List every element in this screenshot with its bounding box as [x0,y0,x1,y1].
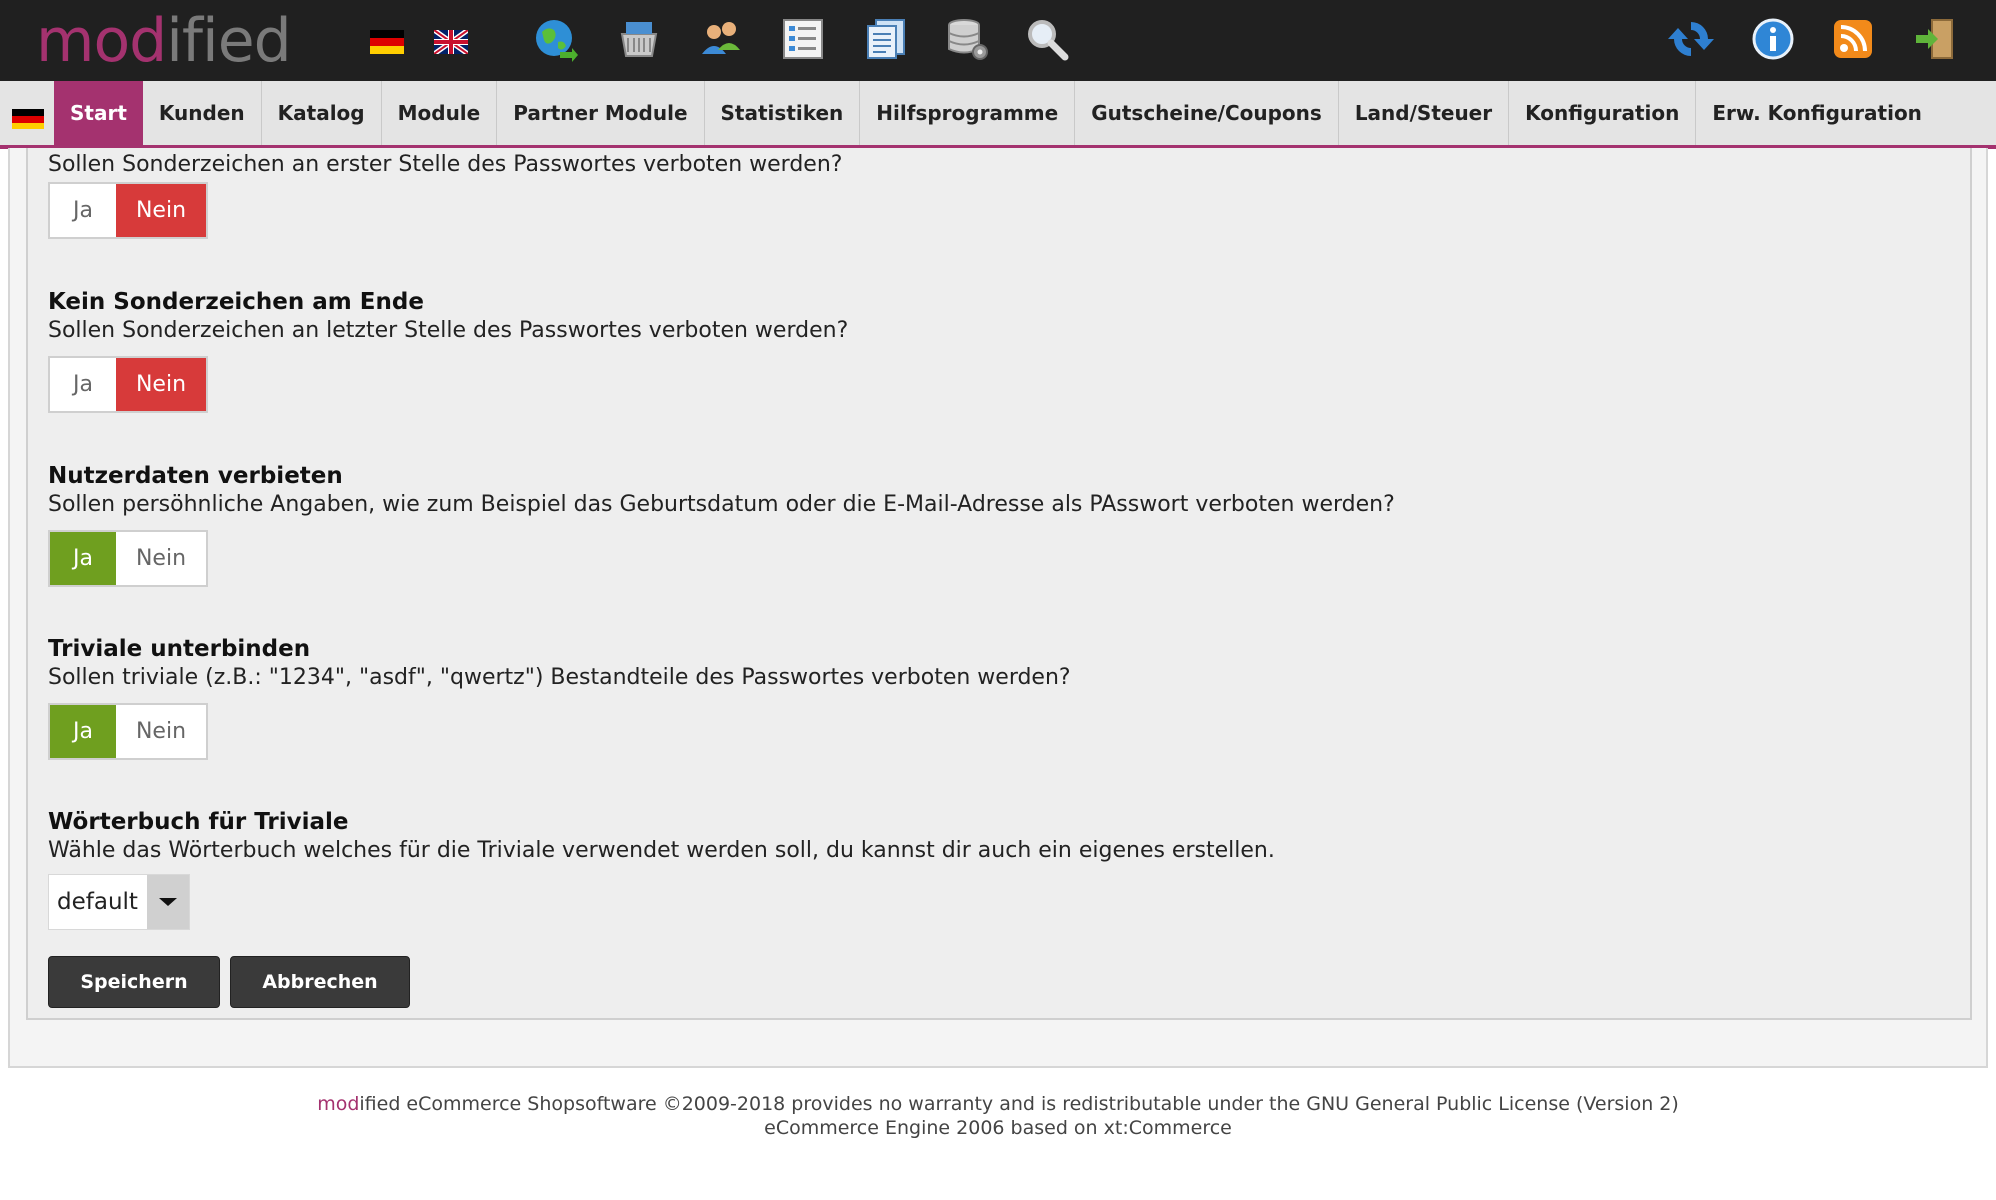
select-value: default [57,889,138,915]
field-title: Kein Sonderzeichen am Ende [48,289,424,315]
logout-icon[interactable] [1912,16,1958,62]
field-description: Sollen Sonderzeichen an erster Stelle de… [48,152,843,177]
field-description: Sollen Sonderzeichen an letzter Stelle d… [48,318,849,343]
logo-ified: ified [166,6,291,76]
rss-icon[interactable] [1830,16,1876,62]
nav-module[interactable]: Module [382,81,498,145]
toggle-no[interactable]: Nein [116,184,206,237]
field-special-char-end: Kein Sonderzeichen am Ende Sollen Sonder… [48,288,848,346]
toggle-yes[interactable]: Ja [50,358,116,411]
save-button[interactable]: Speichern [48,956,220,1008]
nav-katalog[interactable]: Katalog [262,81,382,145]
field-description: Sollen triviale (z.B.: "1234", "asdf", "… [48,665,1071,690]
field-description: Sollen persöhnliche Angaben, wie zum Bei… [48,492,1395,517]
cancel-button[interactable]: Abbrechen [230,956,410,1008]
nav-partner-module[interactable]: Partner Module [497,81,705,145]
toggle-yes[interactable]: Ja [50,532,116,585]
field-dictionary: Wörterbuch für Triviale Wähle das Wörter… [48,808,1275,866]
footer-brand-mod: mod [317,1093,360,1115]
toggle-special-char-start: Ja Nein [48,182,208,239]
footer-license-text: ified eCommerce Shopsoftware ©2009-2018 … [359,1093,1679,1115]
dictionary-select[interactable]: default [48,874,190,930]
content-wrapper: Sollen Sonderzeichen an erster Stelle de… [8,148,1988,1068]
german-flag-icon[interactable] [370,30,404,54]
footer: modified eCommerce Shopsoftware ©2009-20… [0,1092,1996,1140]
field-title: Wörterbuch für Triviale [48,809,349,835]
nav-kunden[interactable]: Kunden [143,81,262,145]
toggle-no[interactable]: Nein [116,532,206,585]
footer-line-2: eCommerce Engine 2006 based on xt:Commer… [764,1117,1232,1139]
toggle-yes[interactable]: Ja [50,705,116,758]
config-form: Sollen Sonderzeichen an erster Stelle de… [26,148,1972,1020]
toggle-yes[interactable]: Ja [50,184,116,237]
database-icon[interactable] [944,16,990,62]
toggle-special-char-end: Ja Nein [48,356,208,413]
search-icon[interactable] [1024,16,1070,62]
top-bar: modified [0,0,1996,81]
nav-erw-konfiguration[interactable]: Erw. Konfiguration [1696,81,1938,145]
basket-icon[interactable] [616,16,662,62]
info-icon[interactable] [1750,16,1796,62]
toggle-trivial: Ja Nein [48,703,208,760]
toggle-no[interactable]: Nein [116,358,206,411]
field-description: Wähle das Wörterbuch welches für die Tri… [48,838,1275,863]
list-icon[interactable] [780,16,826,62]
nav-land-steuer[interactable]: Land/Steuer [1339,81,1510,145]
refresh-icon[interactable] [1668,16,1714,62]
nav-list: Start Kunden Katalog Module Partner Modu… [54,81,1938,145]
customers-icon[interactable] [698,16,744,62]
chevron-down-icon[interactable] [147,875,189,929]
toggle-no[interactable]: Nein [116,705,206,758]
nav-konfiguration[interactable]: Konfiguration [1509,81,1697,145]
field-user-data: Nutzerdaten verbieten Sollen persöhnlich… [48,462,1395,520]
nav-gutscheine[interactable]: Gutscheine/Coupons [1075,81,1339,145]
documents-icon[interactable] [862,16,908,62]
nav-start[interactable]: Start [54,81,143,145]
field-trivial: Triviale unterbinden Sollen triviale (z.… [48,635,1071,693]
nav-statistiken[interactable]: Statistiken [705,81,861,145]
main-navigation: Start Kunden Katalog Module Partner Modu… [0,81,1996,149]
footer-line-1: modified eCommerce Shopsoftware ©2009-20… [0,1092,1996,1116]
toggle-user-data: Ja Nein [48,530,208,587]
field-title: Triviale unterbinden [48,636,311,662]
uk-flag-icon[interactable] [434,30,468,54]
logo-mod: mod [36,6,167,76]
field-title: Nutzerdaten verbieten [48,463,343,489]
german-flag-icon[interactable] [12,109,44,129]
globe-icon[interactable] [532,16,578,62]
field-special-char-start: Sollen Sonderzeichen an erster Stelle de… [48,150,842,180]
logo[interactable]: modified [36,6,292,76]
nav-hilfsprogramme[interactable]: Hilfsprogramme [860,81,1076,145]
